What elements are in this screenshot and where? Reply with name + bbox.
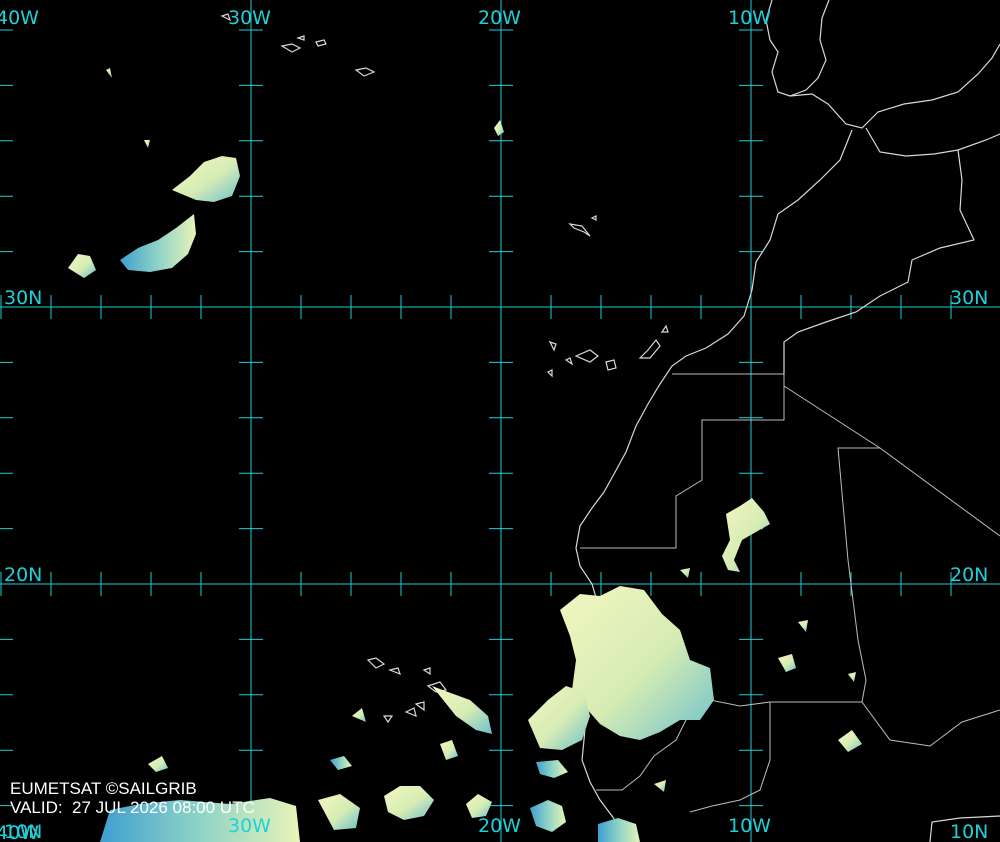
canary-gran-canaria (605, 359, 617, 371)
inland-border-morocco (783, 149, 975, 374)
lon-label-20w-bottom: 20W (478, 815, 521, 837)
cloud-gulf-2 (530, 800, 566, 832)
north-africa-coast (865, 127, 1000, 157)
cape-verde-6 (404, 707, 417, 717)
cloud-cape-verde (432, 686, 492, 734)
cloud-atlantic-north-3 (68, 254, 96, 278)
border-senegal-mali (596, 755, 655, 791)
lon-label-40w-top: 40W (0, 7, 39, 29)
cloud-atlantic-south-7 (440, 740, 458, 760)
azores-island-3 (315, 39, 327, 47)
lon-label-30w-top: 30W (228, 7, 271, 29)
iberia-coast (765, 0, 830, 97)
cloud-speck-2 (144, 140, 150, 148)
madeira (568, 223, 591, 237)
border-niger (861, 701, 1000, 747)
azores-island-4 (354, 67, 376, 77)
border-mauritania-algeria (783, 385, 1000, 537)
cloud-sahara-4 (680, 568, 690, 578)
canary-lanzarote (660, 324, 669, 333)
canary-hierro (546, 369, 553, 378)
cloud-azores-east (494, 120, 504, 136)
cloud-interior-2 (798, 620, 808, 632)
cape-verde-2 (388, 667, 401, 676)
cloud-atlantic-south-6 (330, 756, 352, 770)
cape-verde-3 (422, 667, 431, 676)
cloud-atlantic-north-1 (172, 156, 240, 202)
lat-label-10n-right: 10N (950, 821, 989, 842)
cloud-atlantic-south-1 (352, 708, 366, 722)
madeira-porto-santo (590, 215, 597, 221)
map-canvas (0, 0, 1000, 842)
azores-island-2 (296, 35, 305, 41)
cloud-atlantic-south-3 (318, 794, 360, 830)
satellite-map: 40W 30W 20W 10W 40W 30W 20W 10W 30N 30N … (0, 0, 1000, 842)
lat-label-30n-right: 30N (950, 287, 989, 309)
canary-tenerife (574, 349, 599, 363)
lon-label-30w-bottom: 30W (228, 815, 271, 837)
lon-label-20w-top: 20W (478, 7, 521, 29)
azores-island-1 (280, 43, 302, 53)
lon-label-10w-bottom: 10W (728, 815, 771, 837)
canary-gomera (564, 357, 574, 366)
cape-verde-5 (382, 715, 394, 724)
graticule-ticks (0, 29, 952, 807)
cloud-interior-3 (848, 672, 856, 682)
cloud-sahel-west (528, 686, 590, 750)
canary-la-palma (548, 340, 557, 352)
cloud-atlantic-south-5 (148, 756, 168, 772)
cloud-cover (68, 68, 862, 842)
lat-label-30n-left: 30N (4, 287, 43, 309)
cape-verde-1 (366, 657, 386, 669)
cloud-atlantic-south-2 (384, 786, 434, 820)
cloud-sahara-1 (722, 498, 770, 572)
iberia-south-coast (789, 43, 1000, 129)
valid-time: VALID: 27 JUL 2026 08:00 UTC (10, 798, 255, 817)
cloud-gulf-1 (536, 760, 568, 778)
lat-label-20n-right: 20N (950, 564, 989, 586)
lat-label-10n-left: 10N (4, 821, 43, 842)
source-credit: EUMETSAT ©SAILGRIB (10, 779, 197, 798)
lat-label-20n-left: 20N (4, 564, 43, 586)
cloud-interior-1 (654, 780, 666, 792)
canary-fuerteventura (638, 338, 661, 359)
border-mali-south (689, 702, 771, 813)
lon-label-10w-top: 10W (728, 7, 771, 29)
cloud-gulf-3 (598, 818, 640, 842)
cloud-sahara-2 (778, 654, 796, 672)
cloud-sahara-3 (838, 730, 862, 752)
cloud-atlantic-north-2 (120, 214, 196, 272)
cloud-speck-1 (106, 68, 112, 78)
cape-verde-7 (414, 701, 425, 712)
